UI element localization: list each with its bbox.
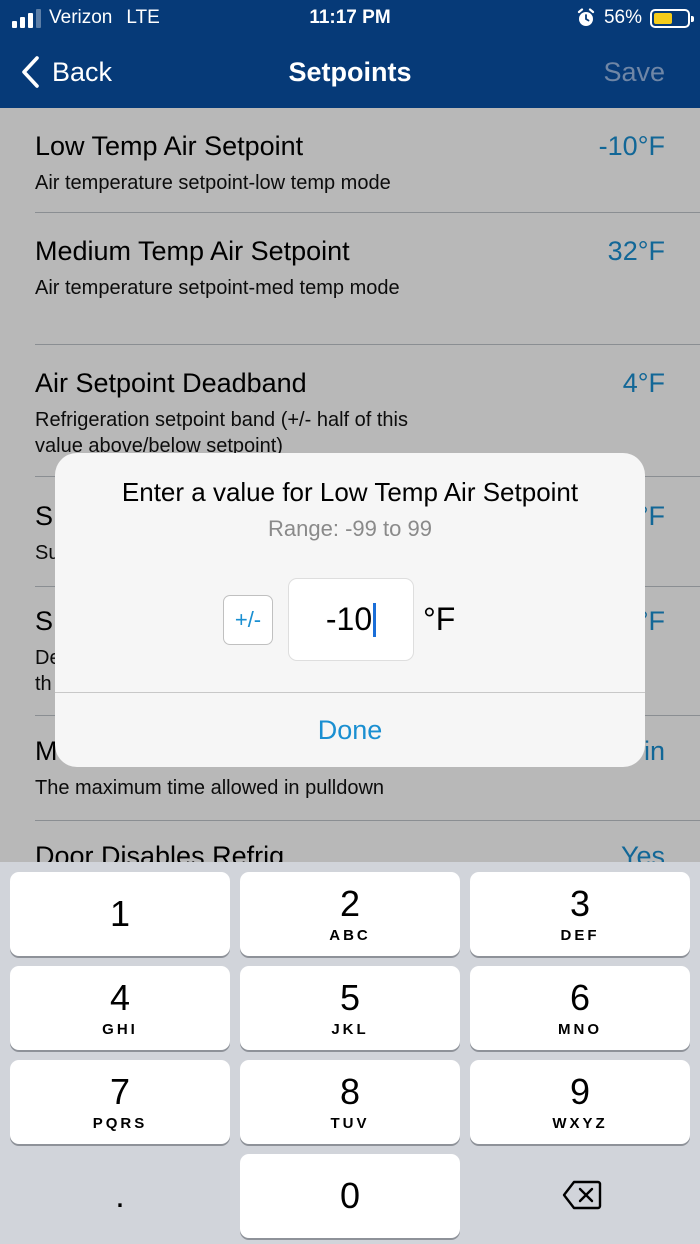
- key-digit: 6: [569, 977, 591, 1018]
- key-letters: TUV: [330, 1115, 370, 1132]
- status-right: 56%: [576, 6, 694, 30]
- key-digit: 0: [339, 1175, 361, 1216]
- key-8[interactable]: 8 TUV: [240, 1060, 460, 1144]
- key-1[interactable]: 1: [10, 872, 230, 956]
- numeric-keypad: 1 2 ABC 3 DEF 4 GHI 5 JKL 6 MNO 7 PQRS 8…: [0, 862, 700, 1244]
- key-7[interactable]: 7 PQRS: [10, 1060, 230, 1144]
- key-digit: 9: [569, 1071, 591, 1112]
- key-delete[interactable]: [470, 1154, 690, 1238]
- status-bar: Verizon LTE 11:17 PM 56%: [0, 0, 700, 36]
- key-letters: WXYZ: [552, 1115, 608, 1132]
- key-5[interactable]: 5 JKL: [240, 966, 460, 1050]
- key-0[interactable]: 0: [240, 1154, 460, 1238]
- key-decimal[interactable]: .: [10, 1154, 230, 1238]
- key-letters: DEF: [560, 927, 600, 944]
- key-digit: 8: [339, 1071, 361, 1112]
- key-letters: PQRS: [92, 1115, 148, 1132]
- key-6[interactable]: 6 MNO: [470, 966, 690, 1050]
- value-entry-dialog: Enter a value for Low Temp Air Setpoint …: [55, 453, 645, 767]
- battery-icon: [650, 8, 694, 28]
- battery-percent: 56%: [603, 7, 642, 28]
- unit-label: °F: [423, 601, 456, 637]
- save-button[interactable]: Save: [603, 54, 665, 90]
- alarm-clock-icon: [577, 8, 595, 26]
- dialog-range-hint: Range: -99 to 99: [268, 516, 432, 541]
- key-9[interactable]: 9 WXYZ: [470, 1060, 690, 1144]
- sign-toggle-button[interactable]: +/-: [223, 595, 273, 645]
- key-digit: 2: [339, 883, 361, 924]
- value-input[interactable]: -10: [288, 578, 414, 661]
- key-letters: MNO: [558, 1021, 602, 1038]
- key-letters: JKL: [331, 1021, 369, 1038]
- page-title: Setpoints: [288, 57, 412, 87]
- key-2[interactable]: 2 ABC: [240, 872, 460, 956]
- navigation-bar: Back Setpoints Save: [0, 36, 700, 108]
- dialog-title: Enter a value for Low Temp Air Setpoint: [121, 477, 579, 507]
- done-button[interactable]: Done: [55, 693, 645, 767]
- text-caret: [373, 602, 377, 637]
- key-letters: GHI: [102, 1021, 138, 1038]
- key-4[interactable]: 4 GHI: [10, 966, 230, 1050]
- key-digit: 1: [109, 893, 131, 934]
- key-digit: 7: [109, 1071, 131, 1112]
- backspace-icon: [562, 1180, 602, 1210]
- value-input-text: -10: [325, 601, 373, 637]
- key-digit: 5: [339, 977, 361, 1018]
- key-letters: ABC: [329, 927, 371, 944]
- key-digit: 3: [569, 883, 591, 924]
- key-3[interactable]: 3 DEF: [470, 872, 690, 956]
- key-decimal-label: .: [115, 1177, 125, 1215]
- key-digit: 4: [109, 977, 131, 1018]
